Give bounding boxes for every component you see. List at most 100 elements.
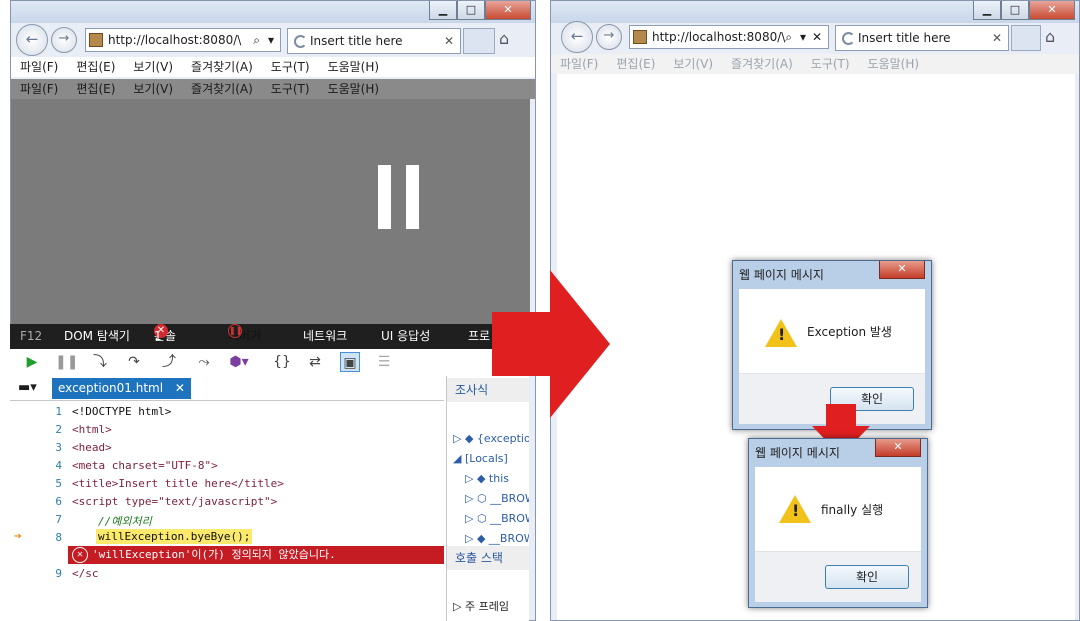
step-into-icon[interactable]: ⤵ [90,352,110,372]
dialog-close-button[interactable]: ✕ [879,261,925,279]
callstack-item[interactable]: ▷ 주 프레임 [453,598,509,614]
menu-help: 도움말(H) [327,82,380,96]
paused-indicator-icon: ❚❚ [228,324,242,338]
menu-file: 파일(F) [560,57,599,71]
break-icon[interactable]: ❚❚ [55,352,78,372]
menu-favorites[interactable]: 즐겨찾기(A) [182,57,262,77]
search-icon[interactable]: ⌕ [253,29,260,51]
menu-help[interactable]: 도움말(H) [319,57,389,77]
dropdown-icon[interactable]: ▾ [268,29,274,51]
close-button[interactable]: ✕ [485,1,531,20]
watch-item-brow[interactable]: ▷ ◆ __BROW [465,532,529,545]
menu-edit: 편집(E) [76,82,116,96]
just-my-code-icon[interactable]: ▣ [340,352,360,372]
loading-icon [294,35,307,48]
tab-title: Insert title here [858,31,951,45]
dialog-message: finally 실행 [821,503,884,517]
new-tab-area[interactable] [463,28,495,54]
maximize-button[interactable]: □ [1001,1,1029,20]
break-on-new-worker-icon[interactable]: ⤳ [194,352,214,372]
address-bar[interactable]: http://localhost:8080/\ ⌕ ▾ [85,28,281,52]
tab-dom-explorer[interactable]: DOM 탐색기 [64,324,130,349]
tab-profiler[interactable]: 프로 [468,324,490,349]
browser-tab[interactable]: Insert title here ✕ [287,28,461,54]
search-icon[interactable]: ⌕ [785,26,792,48]
watch-item-locals[interactable]: ◢ [Locals] [453,452,508,465]
code-line: <meta charset="UTF-8"> [72,459,218,472]
folder-icon[interactable]: ▬▾ [18,380,37,395]
code-line: <title>Insert title here</title> [72,477,284,490]
home-icon[interactable]: ⌂ [499,29,509,48]
line-number: 2 [55,423,62,436]
forward-button[interactable]: → [596,24,622,50]
pause-icon [406,165,419,229]
source-map-icon[interactable]: ☰ [374,352,394,372]
menu-file: 파일(F) [20,82,59,96]
menu-file[interactable]: 파일(F) [11,57,67,77]
source-code-view[interactable]: 1 <!DOCTYPE html> 2 <html> 3 <head> 4 <m… [10,401,444,621]
line-number: 9 [55,567,62,580]
minimize-button[interactable]: ▁ [429,1,457,20]
new-tab-area[interactable] [1011,25,1041,51]
watch-item-this[interactable]: ▷ ◆ this [465,472,509,485]
word-wrap-icon[interactable]: ⇄ [305,352,325,372]
menu-tools: 도구(T) [270,82,310,96]
stop-icon[interactable]: ✕ [812,26,822,48]
tab-close-icon[interactable]: ✕ [992,26,1002,50]
step-out-icon[interactable]: ⤴ [159,352,179,372]
maximize-button[interactable]: □ [457,1,485,20]
step-over-icon[interactable]: ↷ [124,352,144,372]
tab-ui-responsiveness[interactable]: UI 응답성 [381,324,430,349]
watch-item-exception[interactable]: ▷ ◆ {exception [453,432,529,445]
file-tab-close-icon[interactable]: ✕ [175,381,185,395]
menu-favorites: 즐겨찾기(A) [191,82,253,96]
code-line: </sc [72,567,99,580]
code-line-current: willException.byeBye(); [96,529,253,544]
paused-page-overlay [11,99,530,325]
close-button[interactable]: ✕ [1029,1,1075,20]
back-button[interactable]: ← [561,21,593,53]
dialog-footer: 확인 [755,551,921,602]
menu-tools: 도구(T) [810,57,850,71]
menu-view[interactable]: 보기(V) [124,57,182,77]
continue-icon[interactable]: ▶ [22,352,42,372]
tab-close-icon[interactable]: ✕ [444,29,454,53]
callstack-header[interactable]: 호출 스택 [447,546,529,570]
devtools-tabbar: F12 DOM 탐색기 콘솔 ✕1 디버거 ❚❚ 네트워크 UI 응답성 프로 [10,324,529,349]
address-text: http://localhost:8080/\ [108,33,242,47]
pretty-print-icon[interactable]: {} [272,352,292,372]
watch-item-brow[interactable]: ▷ ⬡ __BROW [465,512,529,525]
site-favicon-icon [89,33,103,47]
menu-view: 보기(V) [133,82,174,96]
menu-edit[interactable]: 편집(E) [67,57,124,77]
forward-button[interactable]: → [51,27,77,53]
file-tab[interactable]: exception01.html ✕ [52,378,191,399]
tab-f12[interactable]: F12 [20,324,42,349]
line-number: 8 [55,531,62,544]
code-line: <head> [72,441,112,454]
dropdown-icon[interactable]: ▾ [800,26,806,48]
code-line: //예외처리 [98,515,152,528]
loading-icon [842,32,855,45]
code-line: <html> [72,423,112,436]
current-line-arrow-icon: ➔ [14,529,22,544]
dialog-body: ! Exception 발생 [739,289,925,373]
home-icon[interactable]: ⌂ [1045,27,1055,46]
minimize-button[interactable]: ▁ [973,1,1001,20]
dialog-message: Exception 발생 [807,325,892,339]
browser-tab[interactable]: Insert title here ✕ [835,25,1009,51]
watch-item-brow[interactable]: ▷ ⬡ __BROW [465,492,529,505]
back-button[interactable]: ← [16,24,48,56]
ok-button[interactable]: 확인 [825,565,909,589]
inline-error: ✕ 'willException'이(가) 정의되지 않았습니다. [68,546,444,564]
dialog-title: 웹 페이지 메시지 [755,446,840,460]
line-number: 4 [55,459,62,472]
pause-icon [378,165,391,229]
menu-tools[interactable]: 도구(T) [262,57,319,77]
line-number: 3 [55,441,62,454]
dialog-body: ! finally 실행 [755,467,921,551]
exception-behavior-icon[interactable]: ⬢▾ [229,352,249,372]
address-bar[interactable]: http://localhost:8080/\ ⌕ ▾ ✕ [629,25,829,49]
dialog-close-button[interactable]: ✕ [875,439,921,457]
tab-network[interactable]: 네트워크 [303,324,347,349]
